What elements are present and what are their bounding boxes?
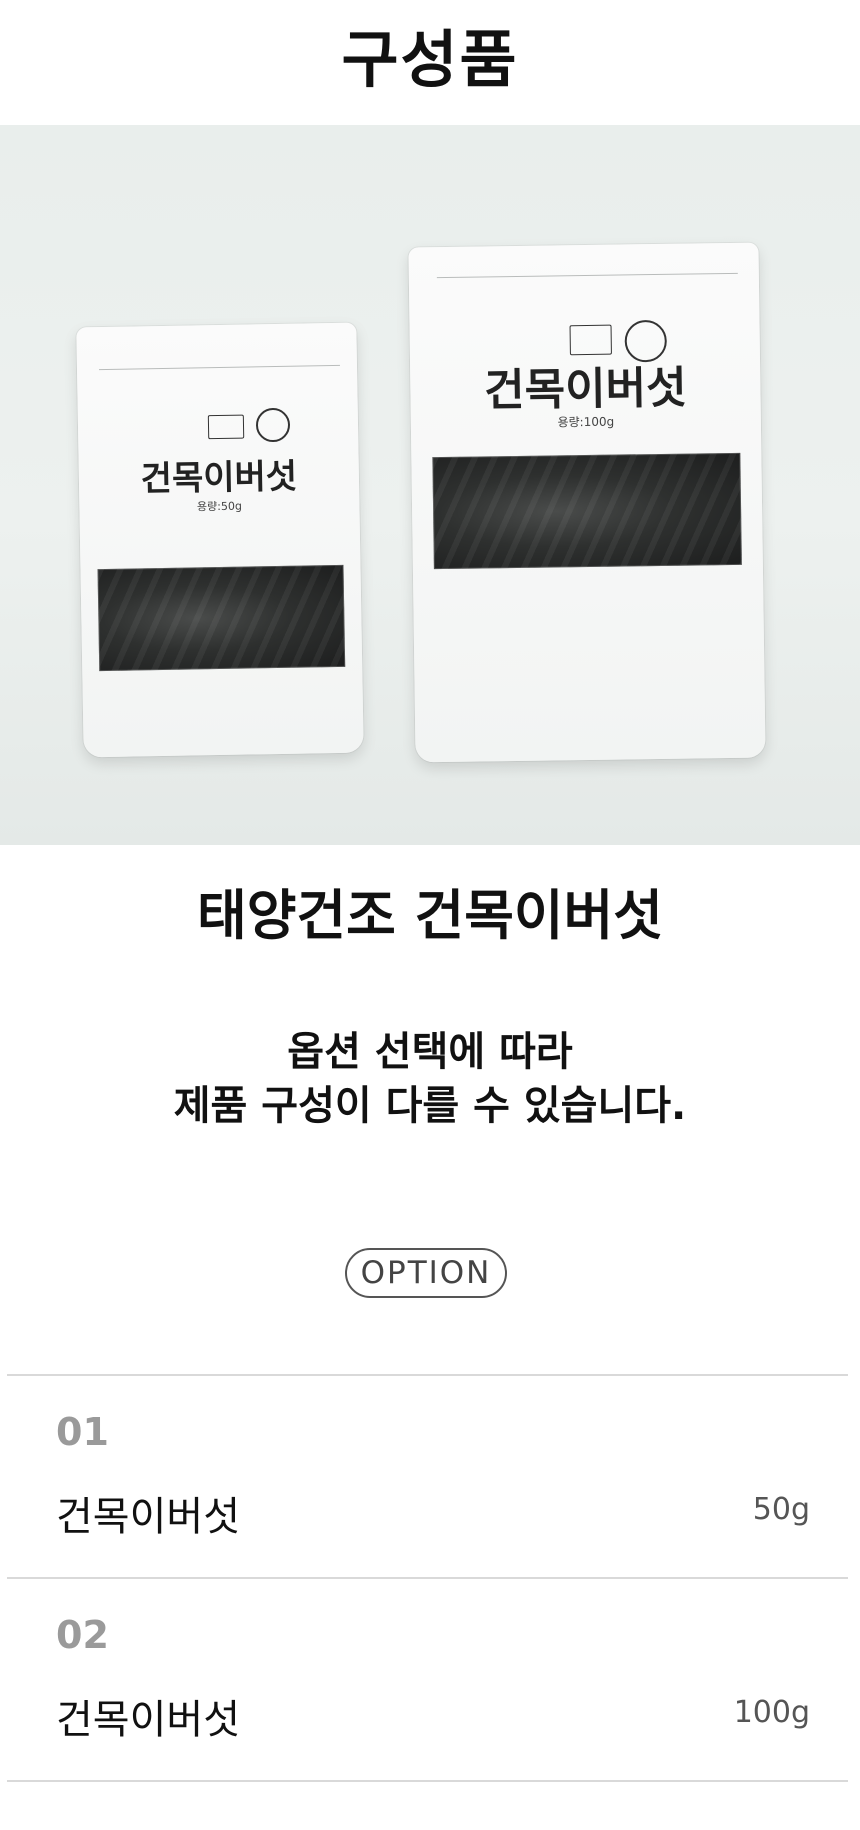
- large-bag-image: 건목이버섯 용량:100g: [408, 242, 766, 763]
- page-title: 구성품: [341, 23, 519, 96]
- divider: [7, 1780, 848, 1782]
- option-number: 01: [56, 1410, 109, 1454]
- large-bag-weight: 용량:100g: [557, 414, 615, 430]
- brand-badge-icon: [207, 414, 245, 440]
- zipper-line: [99, 364, 341, 371]
- notice-line-2: 제품 구성이 다를 수 있습니다.: [173, 1083, 687, 1129]
- divider: [7, 1374, 848, 1376]
- product-photo: 건목이버섯 용량:50g 건목이버섯 용량:100g: [0, 125, 860, 845]
- large-bag-window: [432, 452, 742, 570]
- brand-badge-icon: [569, 324, 612, 356]
- option-notice: 옵션 선택에 따라 제품 구성이 다를 수 있습니다.: [0, 1025, 860, 1133]
- option-name: 건목이버섯: [56, 1697, 240, 1743]
- option-name: 건목이버섯: [56, 1494, 240, 1540]
- small-bag-window: [97, 564, 346, 672]
- notice-line-1: 옵션 선택에 따라: [287, 1029, 573, 1075]
- seal-icon: [255, 407, 291, 443]
- product-name: 태양건조 건목이버섯: [197, 884, 663, 947]
- small-bag-label: 건목이버섯: [140, 456, 298, 500]
- zipper-line: [436, 272, 738, 279]
- option-amount: 50g: [752, 1492, 810, 1527]
- small-bag-image: 건목이버섯 용량:50g: [76, 322, 364, 758]
- option-badge: OPTION: [345, 1248, 507, 1298]
- divider: [7, 1577, 848, 1579]
- option-number: 02: [56, 1613, 109, 1657]
- option-amount: 100g: [733, 1695, 810, 1730]
- large-bag-label: 건목이버섯: [483, 362, 687, 417]
